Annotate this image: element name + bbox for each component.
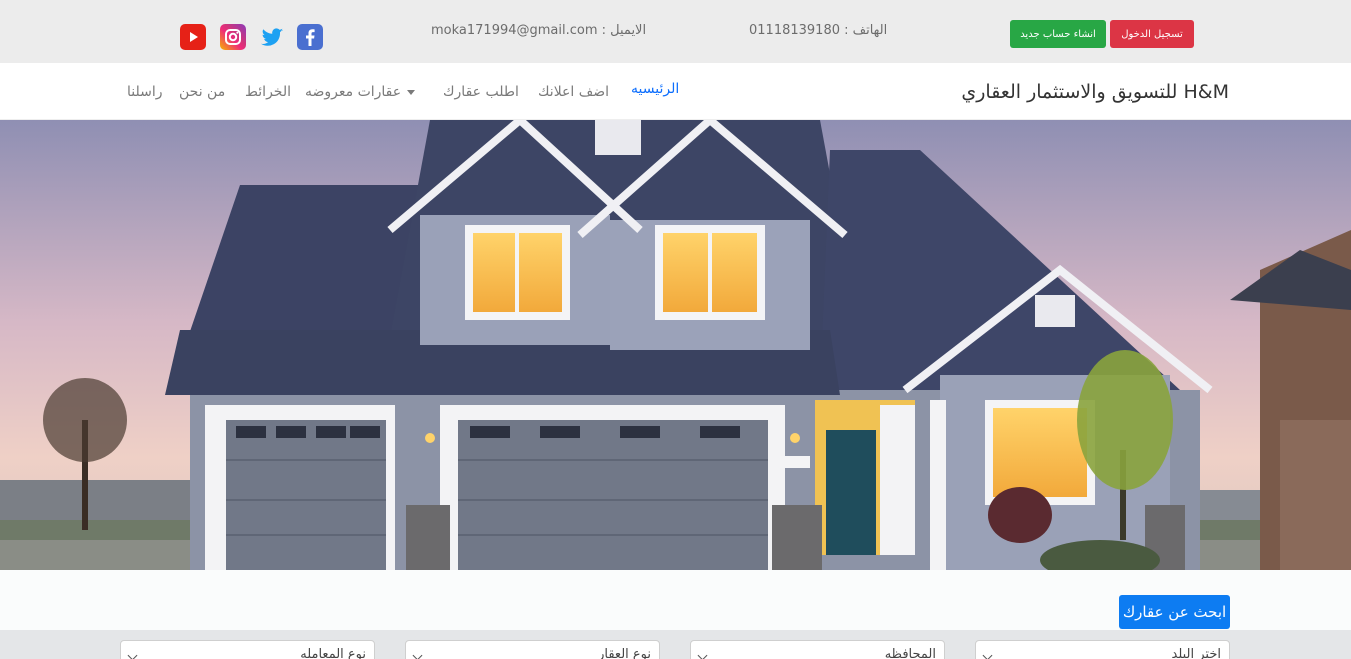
chevron-down-icon <box>407 89 416 95</box>
nav-item-request-property[interactable]: اطلب عقارك <box>443 84 519 100</box>
brand-logo[interactable]: H&M للتسويق والاستثمار العقاري <box>961 81 1229 103</box>
property-type-select[interactable]: نوع العقار <box>405 640 660 659</box>
transaction-type-label: نوع المعامله <box>300 647 366 659</box>
nav-item-maps[interactable]: الخرائط <box>245 84 291 100</box>
nav-item-listed-properties-label: عقارات معروضه <box>305 84 402 100</box>
hero-image <box>0 120 1351 570</box>
register-button[interactable]: انشاء حساب جديد <box>1010 20 1106 48</box>
governorate-label: المحافظه <box>884 647 936 659</box>
nav-item-contact[interactable]: راسلنا <box>127 84 163 100</box>
login-button[interactable]: تسجيل الدخول <box>1110 20 1194 48</box>
country-label: اختر البلد <box>1171 647 1222 659</box>
facebook-icon[interactable] <box>297 24 323 50</box>
governorate-select[interactable]: المحافظه <box>690 640 945 659</box>
email-text: الايميل : moka171994@gmail.com <box>431 23 647 38</box>
nav-item-listed-properties[interactable]: عقارات معروضه <box>305 84 416 100</box>
country-select[interactable]: اختر البلد <box>975 640 1230 659</box>
chevron-down-icon <box>697 650 708 659</box>
instagram-icon[interactable] <box>220 24 246 50</box>
nav-item-add-ad[interactable]: اضف اعلانك <box>538 84 609 100</box>
search-property-button[interactable]: ابحث عن عقارك <box>1119 595 1230 629</box>
property-type-label: نوع العقار <box>598 647 651 659</box>
youtube-icon[interactable] <box>180 24 206 50</box>
twitter-icon[interactable] <box>259 24 285 50</box>
chevron-down-icon <box>982 650 993 659</box>
nav-item-about[interactable]: من نحن <box>179 84 225 100</box>
chevron-down-icon <box>127 650 138 659</box>
chevron-down-icon <box>412 650 423 659</box>
nav-item-home[interactable]: الرئيسيه <box>631 81 679 97</box>
phone-text: الهاتف : 01118139180 <box>749 23 888 38</box>
transaction-type-select[interactable]: نوع المعامله <box>120 640 375 659</box>
